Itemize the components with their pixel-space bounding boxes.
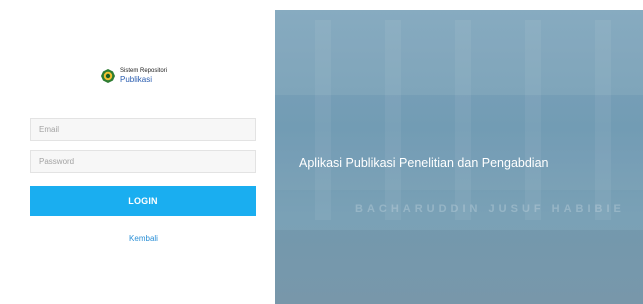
hero-building-lower [275, 230, 643, 304]
building-sign-text: BACHARUDDIN JUSUF HABIBIE [355, 203, 625, 215]
top-strip [0, 0, 643, 10]
password-field[interactable] [30, 150, 256, 173]
brand-title: Sistem Repositori [120, 68, 168, 74]
hero-column [385, 20, 401, 220]
login-button[interactable]: LOGIN [30, 186, 256, 216]
hero-column [525, 20, 541, 220]
brand-logo-block: Sistem Repositori Publikasi [101, 68, 167, 84]
hero-panel: BACHARUDDIN JUSUF HABIBIE Aplikasi Publi… [275, 10, 643, 304]
hero-column [455, 20, 471, 220]
brand-text: Sistem Repositori Publikasi [120, 68, 167, 84]
hero-title: Aplikasi Publikasi Penelitian dan Pengab… [299, 156, 549, 170]
email-field[interactable] [30, 118, 256, 141]
brand-subtitle: Publikasi [120, 74, 153, 84]
university-seal-icon [101, 69, 115, 84]
hero-column [595, 20, 611, 220]
back-link[interactable]: Kembali [0, 234, 287, 243]
hero-column [315, 20, 331, 220]
